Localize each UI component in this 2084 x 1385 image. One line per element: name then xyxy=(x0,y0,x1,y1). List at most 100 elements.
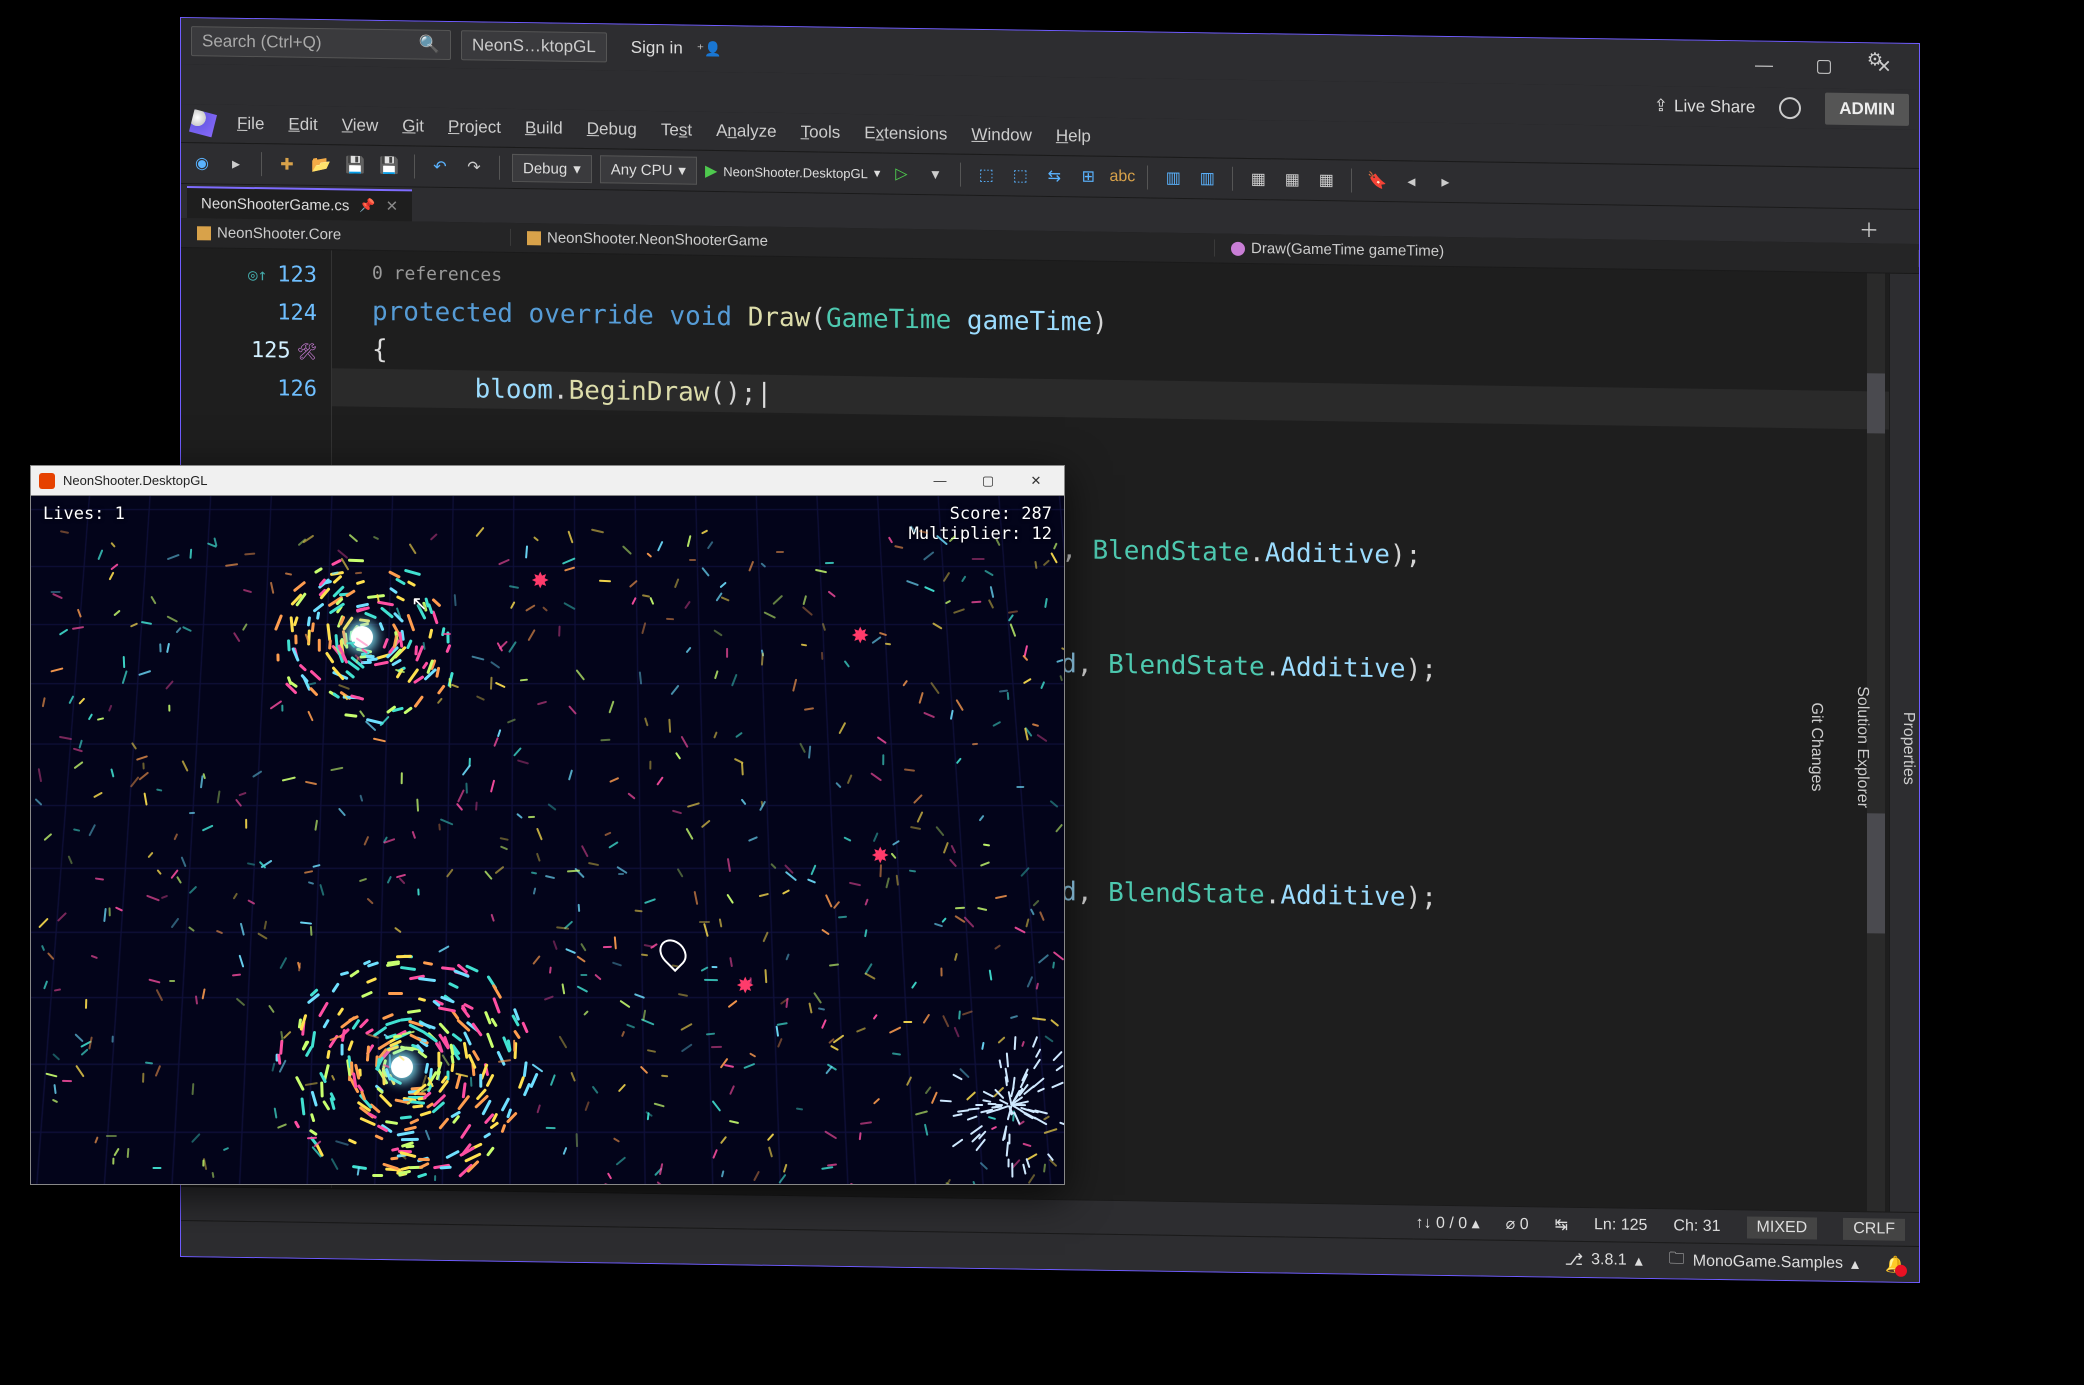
new-project-icon[interactable]: ✚ xyxy=(274,151,300,177)
menu-test[interactable]: Test xyxy=(651,116,702,145)
enemy-gear xyxy=(531,571,551,591)
crumb-method[interactable]: Draw(GameTime gameTime) xyxy=(1215,239,1919,267)
share-icon: ⇪ xyxy=(1654,96,1668,116)
signin-add-icon[interactable]: ⁺👤 xyxy=(697,40,722,57)
settings-gear-icon[interactable]: ⚙ xyxy=(1867,49,1883,70)
open-icon[interactable]: 📂 xyxy=(308,152,334,178)
sign-in-link[interactable]: Sign in xyxy=(631,38,683,59)
enemy-gear xyxy=(736,976,756,996)
menu-view[interactable]: View xyxy=(332,111,389,140)
status-char[interactable]: ↹ xyxy=(1555,1214,1568,1234)
tb-icon-10[interactable]: ▦ xyxy=(1313,167,1339,193)
tb-icon-3[interactable]: ⇆ xyxy=(1041,163,1067,189)
search-placeholder: Search (Ctrl+Q) xyxy=(202,31,322,53)
tb-icon-6[interactable]: ▥ xyxy=(1160,165,1186,191)
status-repo[interactable]: 🗀 MonoGame.Samples ▴ xyxy=(1669,1247,1859,1277)
line-num: 126 xyxy=(181,368,331,408)
menu-help[interactable]: Help xyxy=(1046,122,1101,151)
notifications-icon[interactable]: 🔔 xyxy=(1885,1254,1905,1274)
class-icon xyxy=(527,231,541,245)
menu-window[interactable]: Window xyxy=(961,121,1041,150)
crumb-class[interactable]: NeonShooter.NeonShooterGame xyxy=(511,229,1215,257)
tab-properties[interactable]: Properties xyxy=(1897,701,1919,794)
tab-neonshootergame[interactable]: NeonShooterGame.cs 📌 ✕ xyxy=(187,186,412,221)
game-exe-icon xyxy=(39,473,55,489)
tb-icon-9[interactable]: ▦ xyxy=(1279,166,1305,192)
notification-dot xyxy=(1895,1264,1907,1276)
menu-project[interactable]: Project xyxy=(438,113,511,142)
status-eol[interactable]: CRLF xyxy=(1843,1217,1905,1240)
minimize-button[interactable]: ― xyxy=(1739,54,1789,76)
tb-icon-8[interactable]: ▦ xyxy=(1245,166,1271,192)
method-icon xyxy=(1231,241,1245,255)
redo-icon[interactable]: ↷ xyxy=(461,154,487,180)
interface-icon: ◎↑ xyxy=(248,264,267,283)
status-errors[interactable]: ⌀ 0 xyxy=(1506,1213,1529,1233)
status-ch[interactable]: Ch: 31 xyxy=(1673,1217,1720,1236)
tb-icon-2[interactable]: ⬚ xyxy=(1007,162,1033,188)
pin-icon[interactable]: 📌 xyxy=(359,198,375,214)
status-branch[interactable]: ⎇ 3.8.1 ▴ xyxy=(1565,1249,1643,1270)
tb-icon-4[interactable]: ⊞ xyxy=(1075,163,1101,189)
mouse-cursor-icon: ↖ xyxy=(411,591,428,616)
minimap-viewport[interactable] xyxy=(1867,373,1885,433)
start-debug-button[interactable]: ▶ NeonShooter.DesktopGL ▾ xyxy=(705,161,880,184)
game-minimize-button[interactable]: ― xyxy=(920,473,960,488)
menu-debug[interactable]: Debug xyxy=(577,115,647,144)
status-arrows[interactable]: ↑↓ 0 / 0 ▴ xyxy=(1416,1212,1480,1233)
menu-build[interactable]: Build xyxy=(515,114,573,143)
bookmark-prev-icon[interactable]: ◂ xyxy=(1398,168,1424,194)
start-nodebug-icon[interactable]: ▷ xyxy=(888,161,914,187)
line-num-current: 125 🛠 xyxy=(181,330,331,370)
status-indent[interactable]: MIXED xyxy=(1747,1216,1818,1239)
right-toolwindow-tabs: Properties Solution Explorer Git Changes xyxy=(1889,274,1919,1212)
search-box[interactable]: Search (Ctrl+Q) 🔍 xyxy=(191,26,451,60)
tb-icon-5[interactable]: abc xyxy=(1109,164,1135,190)
bookmark-icon[interactable]: 🔖 xyxy=(1364,168,1390,194)
tb-icon-7[interactable]: ▥ xyxy=(1194,165,1220,191)
config-dropdown[interactable]: Debug ▾ xyxy=(512,154,592,183)
search-icon: 🔍 xyxy=(419,35,440,55)
maximize-button[interactable]: ▢ xyxy=(1799,55,1849,77)
platform-dropdown[interactable]: Any CPU ▾ xyxy=(600,155,697,184)
tb-icon-1[interactable]: ⬚ xyxy=(973,162,999,188)
project-context-chip[interactable]: NeonS…ktopGL xyxy=(461,30,607,62)
live-share-button[interactable]: ⇪ Live Share xyxy=(1654,96,1756,118)
nav-back-icon[interactable]: ◉ xyxy=(189,150,215,176)
status-ln[interactable]: Ln: 125 xyxy=(1594,1216,1647,1235)
game-canvas[interactable]: Lives: 1 Score: 287 Multiplier: 12 ↖ xyxy=(31,496,1064,1184)
game-window: NeonShooter.DesktopGL ― ▢ ✕ Lives: 1 Sco… xyxy=(30,465,1065,1185)
tab-close-icon[interactable]: ✕ xyxy=(386,197,399,215)
menu-file[interactable]: File xyxy=(227,110,274,139)
tab-add-icon[interactable]: ＋ xyxy=(1859,214,1879,243)
menu-analyze[interactable]: Analyze xyxy=(706,117,787,146)
bookmark-next-icon[interactable]: ▸ xyxy=(1432,169,1458,195)
tab-solution-explorer[interactable]: Solution Explorer xyxy=(1851,676,1873,818)
dropdown-icon[interactable]: ▾ xyxy=(922,161,948,187)
menu-tools[interactable]: Tools xyxy=(791,118,851,147)
admin-badge: ADMIN xyxy=(1825,93,1909,126)
line-num: ◎↑ 123 xyxy=(181,254,331,294)
play-icon: ▶ xyxy=(705,161,717,181)
save-all-icon[interactable]: 💾 xyxy=(376,153,402,179)
line-num: 124 xyxy=(181,292,331,332)
crumb-project[interactable]: NeonShooter.Core xyxy=(181,224,511,246)
game-titlebar: NeonShooter.DesktopGL ― ▢ ✕ xyxy=(31,466,1064,496)
minimap-scroll-thumb[interactable] xyxy=(1867,813,1885,933)
vs-logo-icon xyxy=(189,109,217,137)
account-icon[interactable] xyxy=(1779,97,1801,119)
menu-edit[interactable]: Edit xyxy=(278,110,327,139)
csproj-icon xyxy=(197,226,211,240)
menu-extensions[interactable]: Extensions xyxy=(854,119,957,149)
game-maximize-button[interactable]: ▢ xyxy=(968,473,1008,489)
screwdriver-icon[interactable]: 🛠 xyxy=(297,341,317,360)
game-close-button[interactable]: ✕ xyxy=(1016,473,1056,489)
menu-git[interactable]: Git xyxy=(392,112,434,141)
enemy-gear xyxy=(871,846,891,866)
save-icon[interactable]: 💾 xyxy=(342,152,368,178)
game-title-text: NeonShooter.DesktopGL xyxy=(63,473,208,488)
nav-fwd-icon[interactable]: ▸ xyxy=(223,151,249,177)
undo-icon[interactable]: ↶ xyxy=(427,154,453,180)
tab-git-changes[interactable]: Git Changes xyxy=(1805,692,1827,801)
hud: Lives: 1 Score: 287 Multiplier: 12 xyxy=(43,504,1052,544)
